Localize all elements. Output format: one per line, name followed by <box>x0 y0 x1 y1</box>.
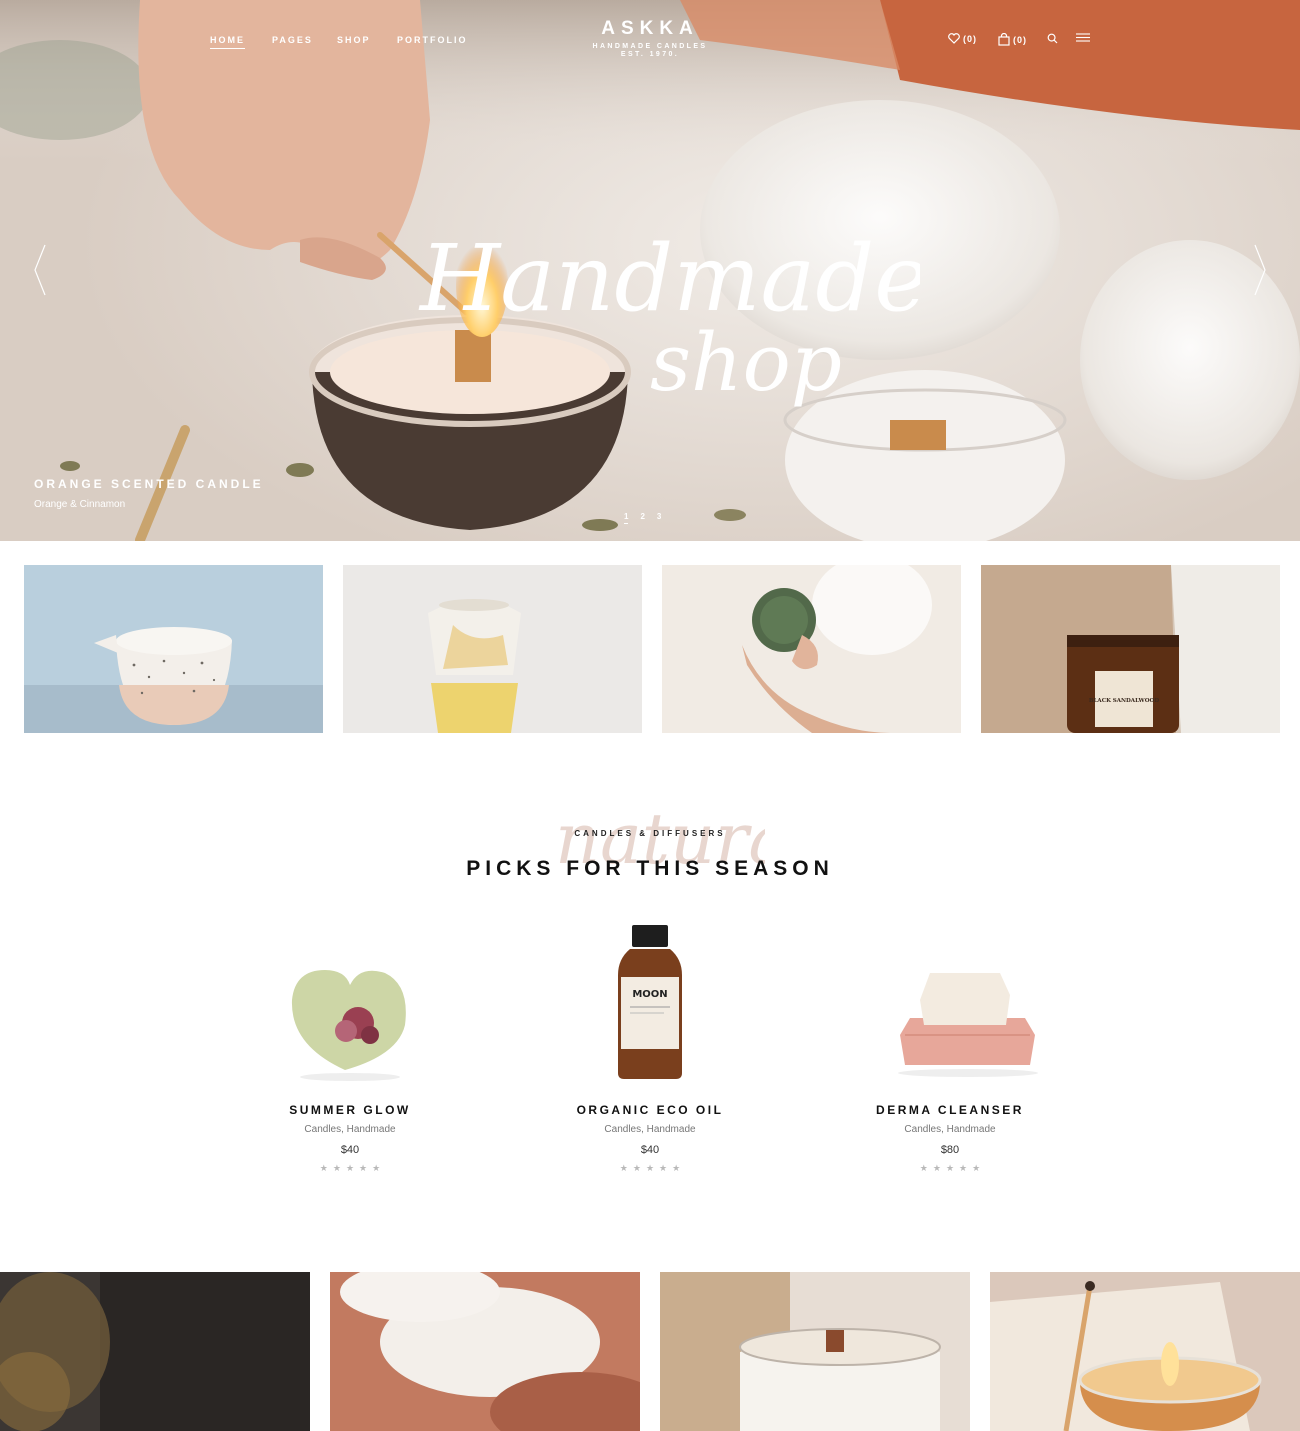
slide-title[interactable]: ORANGE SCENTED CANDLE <box>34 477 264 491</box>
logo-name: ASKKA <box>601 18 699 39</box>
product-category[interactable]: Candles, Handmade <box>200 1124 500 1135</box>
star-icon: ★ <box>919 1163 928 1173</box>
site-logo[interactable]: ASKKA HANDMADE CANDLES EST. 1970. <box>560 18 740 58</box>
hero-script-text: Handmade shop <box>418 225 920 409</box>
product-price: $80 <box>940 1144 960 1156</box>
logo-established: EST. 1970. <box>620 51 680 58</box>
star-icon: ★ <box>672 1163 681 1173</box>
rating-stars: ★ ★ ★ ★ ★ <box>200 1163 500 1174</box>
product-name[interactable]: DERMA CLEANSER <box>800 1103 1100 1117</box>
slide-dot-1[interactable]: 1 <box>624 512 629 524</box>
product-card[interactable]: SUMMER GLOW Candles, Handmade $40 ★ ★ ★ ★ ★ <box>200 915 500 1174</box>
nav-portfolio[interactable]: PORTFOLIO <box>397 35 468 45</box>
star-icon: ★ <box>645 1163 655 1173</box>
star-icon: ★ <box>945 1163 955 1173</box>
search-icon <box>1047 33 1058 44</box>
product-name[interactable]: SUMMER GLOW <box>200 1103 500 1117</box>
rating-stars: ★ ★ ★ ★ ★ <box>800 1163 1100 1174</box>
slide-dot-3[interactable]: 3 <box>657 512 661 524</box>
logo-tagline: HANDMADE CANDLES <box>592 43 708 50</box>
star-icon: ★ <box>959 1163 968 1173</box>
product-name[interactable]: ORGANIC ECO OIL <box>500 1103 800 1117</box>
jar-label-text: BLACK SANDALWOOD <box>1089 698 1159 704</box>
banner-yellow-marble-holder[interactable] <box>343 565 642 733</box>
slider-pagination: 1 2 3 <box>624 512 661 524</box>
cart-count: (0) <box>1013 34 1027 45</box>
bottle-label-text: MOON <box>632 989 667 1000</box>
slide-subtitle: Orange & Cinnamon <box>34 499 126 510</box>
gallery-image-4[interactable] <box>990 1272 1300 1431</box>
product-card[interactable]: DERMA CLEANSER Candles, Handmade $80 ★ ★ ★… <box>800 915 1100 1174</box>
hamburger-icon <box>1076 33 1090 42</box>
rating-stars: ★ ★ ★ ★ ★ <box>500 1163 800 1174</box>
product-price: $40 <box>640 1144 660 1156</box>
banner-amber-jar-candle[interactable]: BLACK SANDALWOOD <box>981 565 1280 733</box>
gallery-image-3[interactable] <box>660 1272 970 1431</box>
product-category[interactable]: Candles, Handmade <box>500 1124 800 1135</box>
hero-script-line-2: shop <box>650 316 842 409</box>
star-icon: ★ <box>345 1163 355 1173</box>
star-icon: ★ <box>659 1163 668 1173</box>
slide-dot-2[interactable]: 2 <box>640 512 644 524</box>
star-icon: ★ <box>619 1163 628 1173</box>
bag-icon <box>998 33 1010 46</box>
nav-home[interactable]: HOME <box>210 35 245 49</box>
heart-icon <box>948 33 960 44</box>
wishlist-button[interactable]: (0) <box>948 33 977 44</box>
product-image-summer-glow[interactable] <box>250 915 450 1085</box>
product-image-derma-cleanser[interactable] <box>850 915 1050 1085</box>
star-icon: ★ <box>932 1163 941 1173</box>
star-icon: ★ <box>319 1163 328 1173</box>
section-title: PICKS FOR THIS SEASON <box>466 857 834 880</box>
star-icon: ★ <box>632 1163 641 1173</box>
star-icon: ★ <box>359 1163 368 1173</box>
search-button[interactable] <box>1047 33 1058 44</box>
nav-shop[interactable]: SHOP <box>337 35 371 45</box>
hero-slider: Handmade shop HOME PAGES SHOP PORTFOLIO … <box>0 0 1300 541</box>
chevron-left-icon[interactable] <box>33 244 47 296</box>
banner-speckled-candle[interactable] <box>24 565 323 733</box>
product-image-organic-eco-oil[interactable]: MOON <box>550 915 750 1085</box>
menu-button[interactable] <box>1076 33 1090 42</box>
star-icon: ★ <box>332 1163 341 1173</box>
chevron-right-icon[interactable] <box>1253 244 1267 296</box>
banner-hand-green-tin[interactable] <box>662 565 961 733</box>
star-icon: ★ <box>372 1163 381 1173</box>
star-icon: ★ <box>972 1163 981 1173</box>
section-eyebrow: CANDLES & DIFFUSERS <box>574 829 726 838</box>
gallery-image-1[interactable] <box>0 1272 310 1431</box>
nav-pages[interactable]: PAGES <box>272 35 313 45</box>
cart-button[interactable]: (0) <box>998 33 1027 46</box>
product-price: $40 <box>340 1144 360 1156</box>
gallery-image-2[interactable] <box>330 1272 640 1431</box>
wishlist-count: (0) <box>963 33 977 44</box>
product-card[interactable]: MOON ORGANIC ECO OIL Candles, Handmade $… <box>500 915 800 1174</box>
product-category[interactable]: Candles, Handmade <box>800 1124 1100 1135</box>
